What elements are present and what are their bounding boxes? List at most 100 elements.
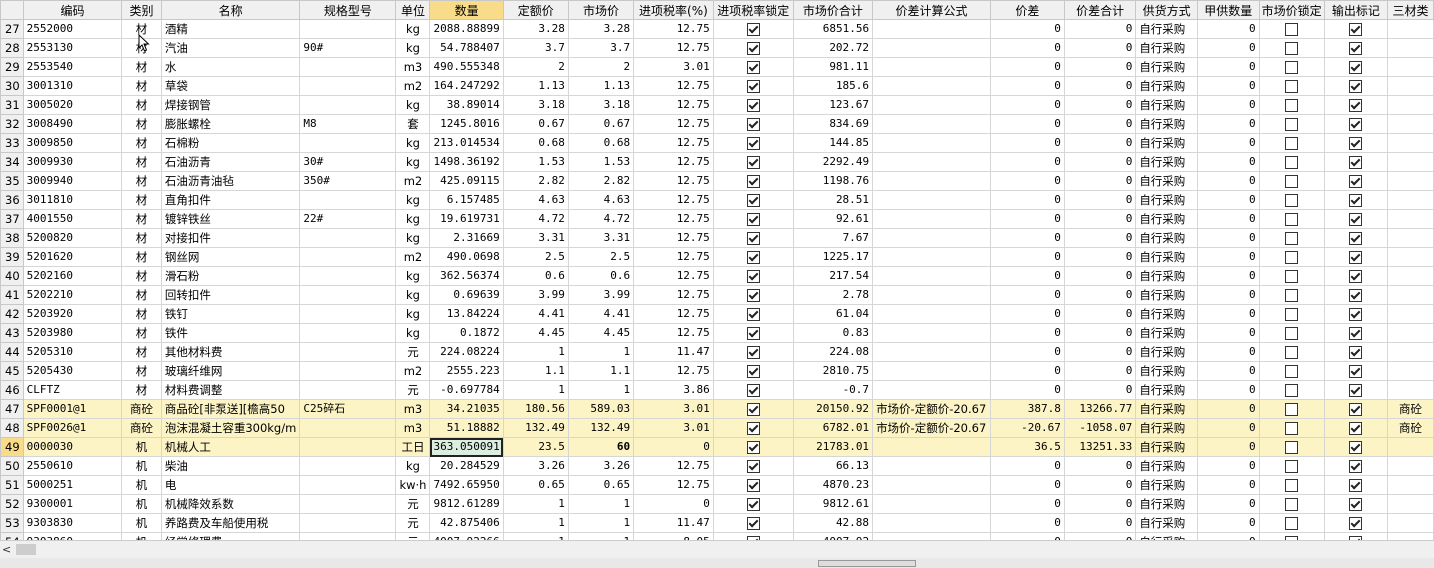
- cell-tax[interactable]: 12.75: [633, 190, 714, 210]
- checkbox[interactable]: [1349, 308, 1363, 321]
- checkbox[interactable]: [746, 137, 760, 150]
- table-row[interactable]: 549303860机经常修理费元4007.92266118.054007.920…: [0, 532, 1434, 540]
- table-row[interactable]: 34 3009930 材石油沥青 30# kg 1498.36192 1.53 1.53 12.…: [0, 152, 1434, 172]
- cell-quota[interactable]: 2: [502, 57, 569, 77]
- cell-aqty[interactable]: 0: [1196, 532, 1260, 540]
- checkbox[interactable]: [1285, 479, 1299, 492]
- cell-unit[interactable]: kg: [395, 456, 431, 476]
- cell-difftotal[interactable]: 0: [1063, 475, 1137, 495]
- cell-diff[interactable]: 0: [990, 95, 1065, 115]
- cell-formula[interactable]: [872, 494, 992, 514]
- cell-difftotal[interactable]: 13251.33: [1063, 437, 1137, 457]
- cell-cat[interactable]: 材: [121, 228, 162, 248]
- cell-out[interactable]: [1323, 19, 1389, 39]
- cell-qty[interactable]: 2555.223: [429, 361, 504, 381]
- cell-three[interactable]: [1387, 513, 1434, 533]
- checkbox[interactable]: [1349, 213, 1363, 226]
- table-row[interactable]: 42 5203920 材铁钉 kg 13.84224 4.41 4.41 12.75 61.04…: [0, 304, 1434, 324]
- cell-spec[interactable]: [299, 285, 397, 305]
- cell-code[interactable]: CLFTZ: [22, 380, 123, 400]
- cell-three[interactable]: [1387, 437, 1434, 457]
- cell-diff[interactable]: 0: [990, 342, 1065, 362]
- cell-mlock[interactable]: [1258, 475, 1325, 495]
- cell-total[interactable]: 0.83: [792, 323, 874, 343]
- cell-unit[interactable]: kg: [395, 323, 431, 343]
- cell-market[interactable]: 60: [567, 437, 635, 457]
- cell-total[interactable]: 217.54: [792, 266, 874, 286]
- cell-difftotal[interactable]: 0: [1063, 171, 1137, 191]
- cell-tax[interactable]: 11.47: [633, 342, 714, 362]
- cell-diff[interactable]: 0: [990, 19, 1065, 39]
- cell-unit[interactable]: m3: [395, 399, 431, 419]
- cell-taxlock[interactable]: [712, 95, 794, 115]
- cell-difftotal[interactable]: 0: [1063, 513, 1137, 533]
- cell-supply[interactable]: 自行采购: [1135, 323, 1198, 343]
- cell-supply[interactable]: 自行采购: [1135, 342, 1198, 362]
- cell-mlock[interactable]: [1258, 247, 1325, 267]
- cell-cat[interactable]: 机: [121, 494, 162, 514]
- cell-three[interactable]: [1387, 304, 1434, 324]
- cell-spec[interactable]: 22#: [299, 209, 397, 229]
- col-header-difftotal[interactable]: 价差合计: [1063, 0, 1137, 20]
- table-row[interactable]: 36 3011810 材直角扣件 kg 6.157485 4.63 4.63 12.75 28.…: [0, 190, 1434, 210]
- table-row[interactable]: 48 SPF0026@1 商砼 泡沫混凝土容重300kg/m m3 51.18882 132…: [0, 418, 1434, 438]
- cell-taxlock[interactable]: [712, 513, 794, 533]
- cell-qty[interactable]: 425.09115: [429, 171, 504, 191]
- table-row[interactable]: 41 5202210 材回转扣件 kg 0.69639 3.99 3.99 12.75 2.78…: [0, 285, 1434, 305]
- cell-unit[interactable]: 元: [395, 494, 431, 514]
- col-header-market[interactable]: 市场价: [567, 0, 635, 20]
- cell-difftotal[interactable]: 0: [1063, 209, 1137, 229]
- cell-spec[interactable]: [299, 57, 397, 77]
- cell-out[interactable]: [1323, 57, 1389, 77]
- cell-qty[interactable]: 7492.65950: [429, 475, 504, 495]
- cell-formula[interactable]: 市场价-定额价-20.67: [872, 399, 992, 419]
- checkbox[interactable]: [1349, 327, 1363, 340]
- cell-name[interactable]: 汽油: [160, 38, 301, 58]
- cell-name[interactable]: 经常修理费: [160, 532, 301, 540]
- cell-spec[interactable]: [299, 247, 397, 267]
- cell-quota[interactable]: 2.5: [502, 247, 569, 267]
- cell-aqty[interactable]: 0: [1196, 57, 1260, 77]
- checkbox[interactable]: [1349, 175, 1363, 188]
- col-header-rn[interactable]: [0, 0, 24, 20]
- cell-diff[interactable]: 0: [990, 361, 1065, 381]
- cell-spec[interactable]: [299, 76, 397, 96]
- cell-cat[interactable]: 材: [121, 323, 162, 343]
- cell-mlock[interactable]: [1258, 418, 1325, 438]
- cell-market[interactable]: 1: [567, 342, 635, 362]
- col-header-total[interactable]: 市场价合计: [792, 0, 874, 20]
- checkbox[interactable]: [1285, 384, 1299, 397]
- table-row[interactable]: 47 SPF0001@1 商砼 商品砼[非泵送][檐高50 C25碎石 m3 34.2103…: [0, 399, 1434, 419]
- cell-tax[interactable]: 3.01: [633, 399, 714, 419]
- cell-spec[interactable]: [299, 190, 397, 210]
- cell-unit[interactable]: kg: [395, 304, 431, 324]
- cell-name[interactable]: 石油沥青: [160, 152, 301, 172]
- checkbox[interactable]: [746, 118, 760, 131]
- col-header-cat[interactable]: 类别: [121, 0, 162, 20]
- cell-difftotal[interactable]: 0: [1063, 152, 1137, 172]
- cell-three[interactable]: [1387, 494, 1434, 514]
- cell-taxlock[interactable]: [712, 266, 794, 286]
- cell-mlock[interactable]: [1258, 209, 1325, 229]
- cell-out[interactable]: [1323, 494, 1389, 514]
- cell-diff[interactable]: 0: [990, 228, 1065, 248]
- cell-code[interactable]: 3009930: [22, 152, 123, 172]
- cell-mlock[interactable]: [1258, 304, 1325, 324]
- cell-total[interactable]: 834.69: [792, 114, 874, 134]
- cell-cat[interactable]: 材: [121, 209, 162, 229]
- cell-difftotal[interactable]: 0: [1063, 228, 1137, 248]
- cell-diff[interactable]: 0: [990, 513, 1065, 533]
- cell-three[interactable]: [1387, 380, 1434, 400]
- checkbox[interactable]: [746, 232, 760, 245]
- cell-aqty[interactable]: 0: [1196, 209, 1260, 229]
- cell-cat[interactable]: 材: [121, 304, 162, 324]
- checkbox[interactable]: [1285, 137, 1299, 150]
- cell-spec[interactable]: [299, 19, 397, 39]
- cell-total[interactable]: 6782.01: [792, 418, 874, 438]
- cell-formula[interactable]: [872, 475, 992, 495]
- cell-mlock[interactable]: [1258, 190, 1325, 210]
- cell-tax[interactable]: 12.75: [633, 361, 714, 381]
- cell-market[interactable]: 0.6: [567, 266, 635, 286]
- cell-difftotal[interactable]: 0: [1063, 342, 1137, 362]
- cell-market[interactable]: 4.45: [567, 323, 635, 343]
